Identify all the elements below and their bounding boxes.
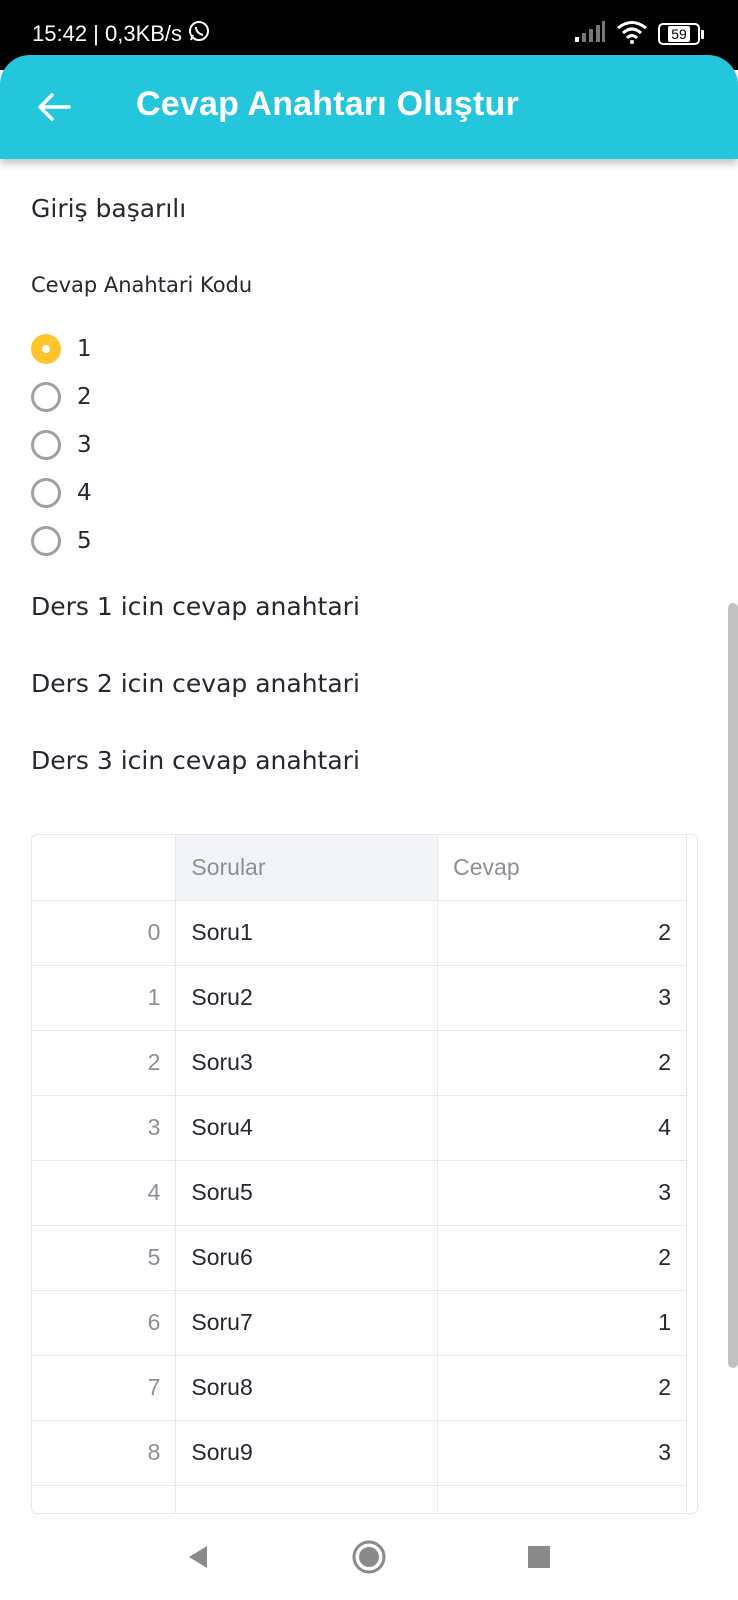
success-message: Giriş başarılı (31, 194, 187, 223)
radio-option-label: 4 (77, 480, 92, 506)
table-row: 7 Soru8 2 (32, 1355, 687, 1421)
radio-option-label: 2 (77, 384, 92, 410)
battery-icon: 59 (658, 23, 704, 45)
nav-home-button[interactable] (347, 1535, 391, 1579)
ders-1-answer-key: Ders 1 icin cevap anahtari (31, 592, 360, 621)
square-recents-icon (528, 1546, 550, 1568)
status-right: 59 (574, 20, 704, 48)
ders-2-answer-key: Ders 2 icin cevap anahtari (31, 669, 360, 698)
table-header-row: Sorular Cevap (32, 835, 687, 901)
row-index: 4 (32, 1160, 177, 1226)
sorular-cell[interactable]: Soru8 (175, 1355, 439, 1421)
radio-unchecked-icon (31, 382, 61, 412)
row-index: 5 (32, 1225, 177, 1291)
sorular-cell[interactable]: Soru5 (175, 1160, 439, 1226)
sorular-cell[interactable]: Soru1 (175, 900, 439, 966)
sorular-cell[interactable] (175, 1485, 439, 1513)
row-index: 2 (32, 1030, 177, 1096)
table-row: 6 Soru7 1 (32, 1290, 687, 1356)
table-row: 1 Soru2 3 (32, 965, 687, 1031)
answer-key-table[interactable]: Sorular Cevap 0 Soru1 2 1 Soru2 3 2 Soru… (31, 834, 698, 1514)
cevap-cell[interactable]: 3 (437, 965, 687, 1031)
radio-option-3[interactable]: 3 (31, 421, 92, 469)
cevap-cell[interactable]: 3 (437, 1420, 687, 1486)
cevap-cell[interactable]: 3 (437, 1160, 687, 1226)
row-index: 7 (32, 1355, 177, 1421)
cevap-cell[interactable]: 2 (437, 1225, 687, 1291)
radio-option-label: 1 (77, 336, 92, 362)
table-row: 5 Soru6 2 (32, 1225, 687, 1291)
page-title: Cevap Anahtarı Oluştur (136, 85, 519, 123)
table-row: 8 Soru9 3 (32, 1420, 687, 1486)
radio-unchecked-icon (31, 478, 61, 508)
nav-back-button[interactable] (176, 1535, 220, 1579)
sorular-cell[interactable]: Soru2 (175, 965, 439, 1031)
page-scrollbar[interactable] (728, 603, 738, 1368)
row-index: 1 (32, 965, 177, 1031)
radio-unchecked-icon (31, 526, 61, 556)
table-row: 3 Soru4 4 (32, 1095, 687, 1161)
cevap-cell[interactable]: 4 (437, 1095, 687, 1161)
row-index: 3 (32, 1095, 177, 1161)
table-row (32, 1485, 687, 1513)
whatsapp-icon (188, 20, 210, 48)
navigation-bar (0, 1515, 738, 1600)
radio-option-label: 5 (77, 528, 92, 554)
row-index: 8 (32, 1420, 177, 1486)
sorular-cell[interactable]: Soru4 (175, 1095, 439, 1161)
radio-option-1[interactable]: 1 (31, 325, 92, 373)
radio-unchecked-icon (31, 430, 61, 460)
radio-option-5[interactable]: 5 (31, 517, 92, 565)
data-table: Sorular Cevap 0 Soru1 2 1 Soru2 3 2 Soru… (32, 835, 687, 1513)
arrow-left-icon (38, 93, 71, 121)
signal-icon (574, 21, 606, 47)
cevap-cell[interactable]: 2 (437, 1355, 687, 1421)
sorular-cell[interactable]: Soru3 (175, 1030, 439, 1096)
radio-option-label: 3 (77, 432, 92, 458)
answer-key-code-radio-group: 1 2 3 4 5 (31, 325, 92, 565)
battery-level: 59 (668, 26, 690, 42)
app-bar: Cevap Anahtarı Oluştur (0, 55, 738, 159)
cevap-column-header[interactable]: Cevap (437, 835, 687, 901)
circle-home-icon (352, 1540, 386, 1574)
cevap-cell[interactable]: 1 (437, 1290, 687, 1356)
row-index (32, 1485, 177, 1513)
ders-3-answer-key: Ders 3 icin cevap anahtari (31, 746, 360, 775)
triangle-back-icon (189, 1546, 207, 1568)
status-time-speed: 15:42 | 0,3KB/s (32, 21, 183, 46)
row-index: 6 (32, 1290, 177, 1356)
wifi-icon (616, 20, 648, 48)
table-row: 2 Soru3 2 (32, 1030, 687, 1096)
sorular-cell[interactable]: Soru7 (175, 1290, 439, 1356)
radio-group-label: Cevap Anahtari Kodu (31, 273, 253, 297)
sorular-cell[interactable]: Soru9 (175, 1420, 439, 1486)
status-left: 15:42 | 0,3KB/s (32, 20, 210, 48)
index-column-header[interactable] (32, 835, 177, 901)
radio-option-4[interactable]: 4 (31, 469, 92, 517)
radio-checked-icon (31, 334, 61, 364)
sorular-column-header[interactable]: Sorular (175, 835, 439, 901)
back-button[interactable] (30, 83, 78, 131)
sorular-cell[interactable]: Soru6 (175, 1225, 439, 1291)
table-row: 0 Soru1 2 (32, 900, 687, 966)
cevap-cell[interactable]: 2 (437, 900, 687, 966)
table-row: 4 Soru5 3 (32, 1160, 687, 1226)
row-index: 0 (32, 900, 177, 966)
nav-recents-button[interactable] (517, 1535, 561, 1579)
cevap-cell[interactable]: 2 (437, 1030, 687, 1096)
radio-option-2[interactable]: 2 (31, 373, 92, 421)
cevap-cell[interactable] (437, 1485, 687, 1513)
